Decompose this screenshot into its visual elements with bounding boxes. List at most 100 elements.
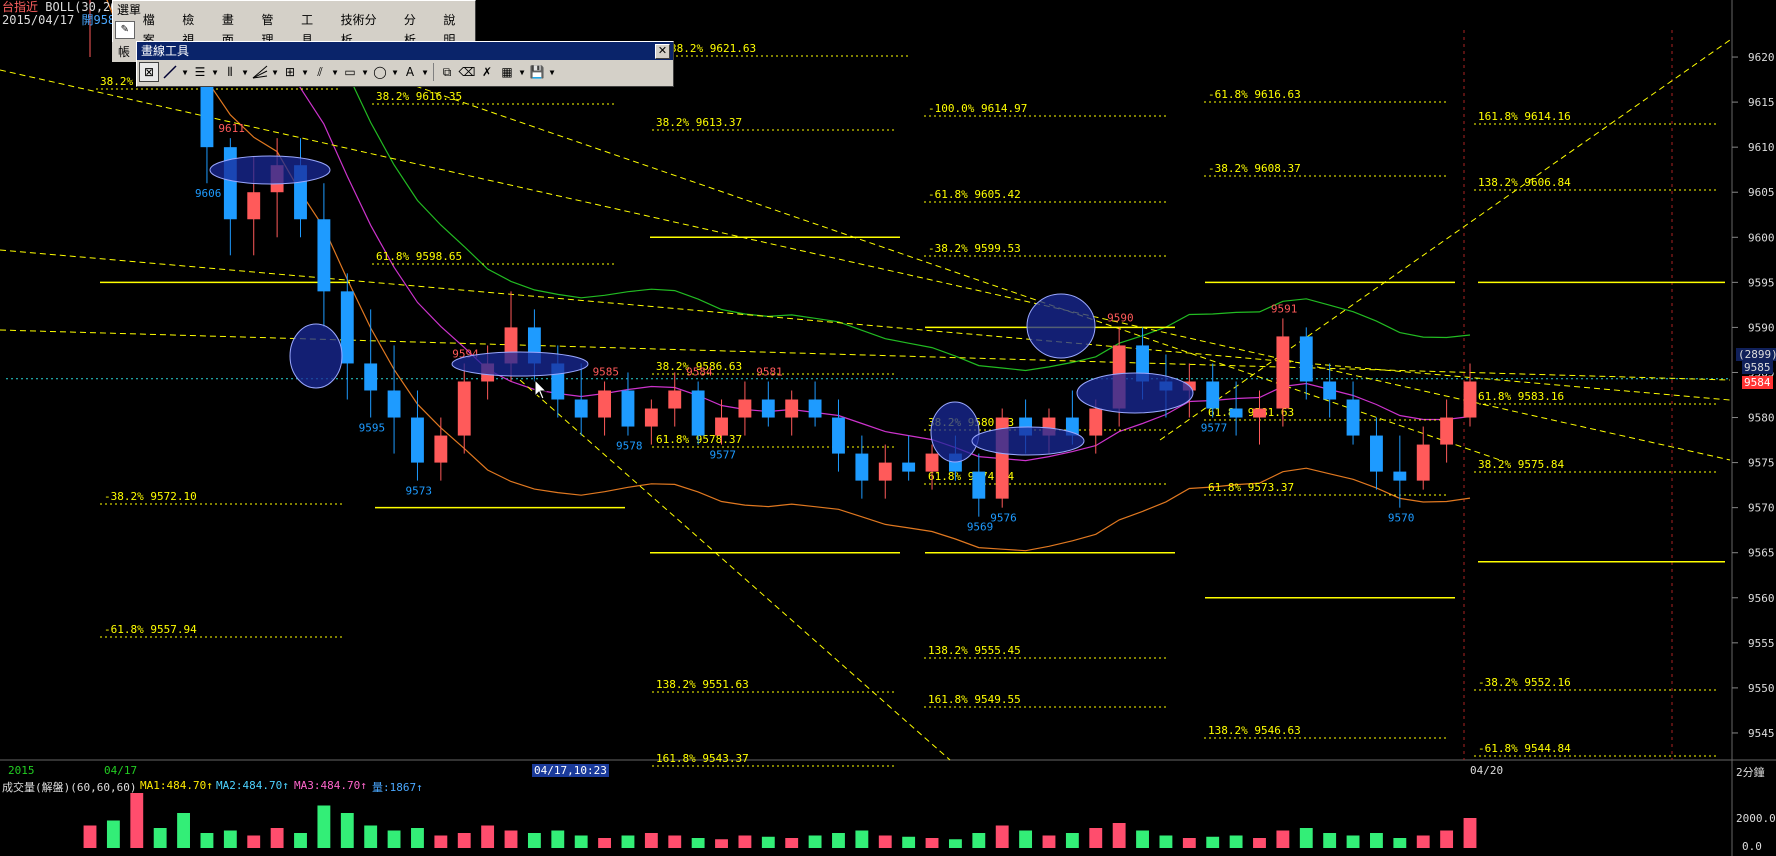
ellipse-icon[interactable]: ◯ bbox=[371, 63, 389, 81]
volume-bar bbox=[1323, 833, 1337, 848]
candle-body bbox=[247, 192, 261, 220]
volume-bar bbox=[761, 836, 775, 848]
volume-bar bbox=[1463, 818, 1477, 848]
eraser-icon[interactable]: ⌫ bbox=[458, 63, 476, 81]
volume-bar bbox=[200, 833, 214, 848]
color-icon[interactable]: ▦ bbox=[498, 63, 516, 81]
price-tick-label: 9615 bbox=[1748, 96, 1775, 109]
candle-body bbox=[902, 462, 916, 472]
volume-bar bbox=[902, 836, 916, 848]
volume-bar bbox=[972, 833, 986, 848]
chevron-down-icon[interactable]: ▼ bbox=[181, 68, 189, 77]
volume-bar bbox=[785, 838, 799, 848]
volume-bar bbox=[153, 828, 167, 848]
candle-body bbox=[1346, 399, 1360, 436]
chevron-down-icon[interactable]: ▼ bbox=[361, 68, 369, 77]
volume-bar bbox=[1416, 835, 1430, 848]
candle-body bbox=[1440, 417, 1454, 445]
volume-bar bbox=[1159, 835, 1173, 848]
menu-window[interactable]: 選單 ✎ 檔案 檢視 畫面 管理 工具 技術分析 分析 說明 bbox=[112, 0, 476, 47]
extreme-label: 9590 bbox=[1107, 311, 1134, 324]
mouse-pointer-icon bbox=[534, 378, 548, 400]
volume-tick-high: 2000.0 bbox=[1736, 812, 1776, 825]
save-icon[interactable]: 💾 bbox=[528, 63, 546, 81]
chevron-down-icon[interactable]: ▼ bbox=[271, 68, 279, 77]
period-label[interactable]: 2分鐘 bbox=[1736, 764, 1765, 780]
drawing-toolbar[interactable]: 畫線工具 ✕ ⊠ ▼ ☰ ▼ ⫴ ▼ ▼ ⊞ ▼ ⫽ ▼ ▭ ▼ ◯ ▼ A ▼… bbox=[136, 41, 674, 87]
drawing-toolbar-title-text: 畫線工具 bbox=[141, 44, 190, 58]
chevron-down-icon[interactable]: ▼ bbox=[301, 68, 309, 77]
candle-body bbox=[621, 390, 635, 427]
price-tick-label: 9605 bbox=[1748, 186, 1775, 199]
fib-label: -61.8% 9605.42 bbox=[928, 188, 1021, 201]
channel-icon[interactable]: ⫽ bbox=[311, 63, 329, 81]
app-icon[interactable]: ✎ bbox=[115, 21, 135, 39]
volume-bar bbox=[247, 835, 261, 848]
fib-label: 61.8% 9598.65 bbox=[376, 250, 462, 263]
delete-icon[interactable]: ✗ bbox=[478, 63, 496, 81]
volume-tick-zero: 0.0 bbox=[1742, 840, 1762, 853]
extreme-label: 9577 bbox=[710, 449, 737, 462]
drawn-ellipse bbox=[930, 401, 980, 463]
vlines-icon[interactable]: ⫴ bbox=[221, 63, 239, 81]
line-icon[interactable] bbox=[161, 63, 179, 81]
candle-body bbox=[598, 390, 612, 418]
copy-icon[interactable]: ⧉ bbox=[438, 63, 456, 81]
price-tick-label: 9590 bbox=[1748, 321, 1775, 334]
hline-icon[interactable]: ☰ bbox=[191, 63, 209, 81]
candle-body bbox=[340, 291, 354, 364]
volume-bar bbox=[668, 835, 682, 848]
volume-bar bbox=[1065, 833, 1079, 848]
volume-bar bbox=[808, 835, 822, 848]
text-icon[interactable]: A bbox=[401, 63, 419, 81]
candle-body bbox=[434, 435, 448, 463]
volume-bar bbox=[948, 839, 962, 848]
price-tick-label: 9555 bbox=[1748, 637, 1775, 650]
fib-label: 38.2% 9621.63 bbox=[670, 42, 756, 55]
volume-bar bbox=[106, 820, 120, 848]
drawn-ellipse bbox=[971, 426, 1085, 456]
candle-body bbox=[644, 408, 658, 427]
extreme-label: 9591 bbox=[1271, 302, 1298, 315]
extreme-label: 9576 bbox=[990, 512, 1017, 525]
pointer-icon[interactable]: ⊠ bbox=[139, 62, 159, 82]
price-tick-label: 9560 bbox=[1748, 592, 1775, 605]
extreme-label: 9573 bbox=[405, 485, 432, 498]
price-tick-label: 9565 bbox=[1748, 547, 1775, 560]
chevron-down-icon[interactable]: ▼ bbox=[391, 68, 399, 77]
candle-body bbox=[738, 399, 752, 418]
chevron-down-icon[interactable]: ▼ bbox=[421, 68, 429, 77]
toolbar-separator bbox=[433, 63, 434, 81]
chevron-down-icon[interactable]: ▼ bbox=[548, 68, 556, 77]
volume-bar bbox=[1089, 828, 1103, 848]
chevron-down-icon[interactable]: ▼ bbox=[331, 68, 339, 77]
volume-bar bbox=[504, 830, 518, 848]
chevron-down-icon[interactable]: ▼ bbox=[211, 68, 219, 77]
volume-bar bbox=[1299, 828, 1313, 848]
side-tab[interactable]: 帳 bbox=[112, 42, 136, 62]
candle-body bbox=[411, 417, 424, 463]
menu-bar: ✎ 檔案 檢視 畫面 管理 工具 技術分析 分析 說明 bbox=[113, 13, 475, 47]
extreme-label: 9606 bbox=[195, 187, 222, 200]
volume-bar bbox=[434, 835, 448, 848]
drawing-toolbar-title[interactable]: 畫線工具 ✕ bbox=[137, 42, 673, 60]
candle-body bbox=[691, 390, 705, 436]
rect-icon[interactable]: ▭ bbox=[341, 63, 359, 81]
price-tick-label: 9570 bbox=[1748, 502, 1775, 515]
chevron-down-icon[interactable]: ▼ bbox=[518, 68, 526, 77]
fib-icon[interactable]: ⊞ bbox=[281, 63, 299, 81]
candle-body bbox=[808, 399, 822, 418]
chevron-down-icon[interactable]: ▼ bbox=[241, 68, 249, 77]
fib-label: -61.8% 9557.94 bbox=[104, 623, 197, 636]
time-axis-end-date: 04/20 bbox=[1470, 764, 1504, 777]
cursor-price: 9585 bbox=[1742, 361, 1773, 374]
volume-bar bbox=[481, 825, 495, 848]
volume-bar bbox=[691, 838, 705, 848]
fib-label: 138.2% 9606.84 bbox=[1478, 176, 1571, 189]
drawn-ellipse bbox=[289, 323, 343, 389]
drawn-ellipse bbox=[1026, 293, 1096, 359]
close-icon[interactable]: ✕ bbox=[655, 44, 670, 59]
fan-icon[interactable] bbox=[251, 63, 269, 81]
price-chart[interactable]: 9620 9615 9610 9605 9600 9595 9590 9585 9580 9575… bbox=[0, 0, 1776, 777]
extreme-label: 9577 bbox=[1201, 422, 1228, 435]
